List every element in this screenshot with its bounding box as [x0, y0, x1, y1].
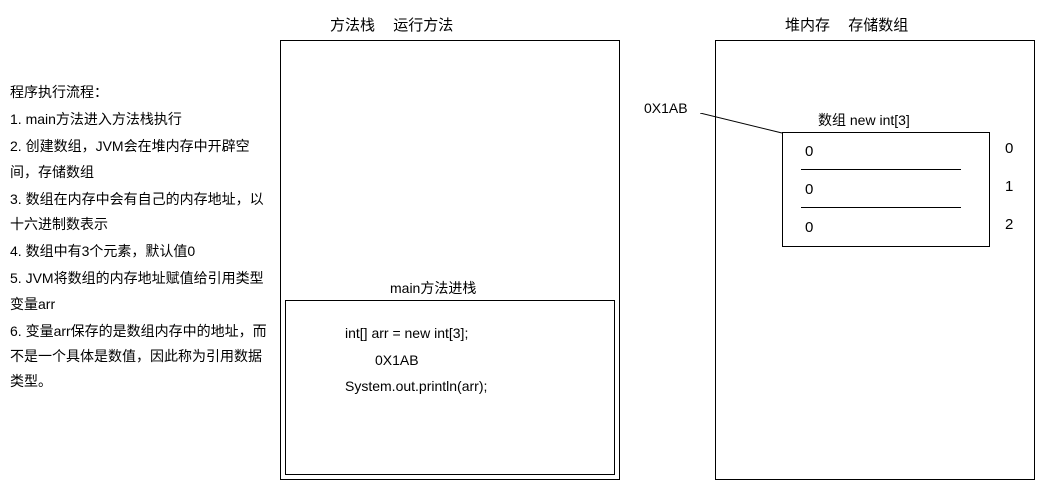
- array-cell-value: 0: [805, 143, 813, 160]
- process-step: 3. 数组在内存中会有自己的内存地址，以十六进制数表示: [10, 187, 270, 237]
- stack-title-2: 运行方法: [393, 17, 453, 34]
- stack-title-1: 方法栈: [330, 17, 375, 34]
- process-step: 1. main方法进入方法栈执行: [10, 107, 270, 132]
- code-address: 0X1AB: [375, 347, 487, 374]
- array-object-box: 0 0 0: [782, 132, 990, 247]
- process-step: 4. 数组中有3个元素，默认值0: [10, 239, 270, 264]
- main-code-block: int[] arr = new int[3]; 0X1AB System.out…: [345, 320, 487, 400]
- array-cell: 0: [783, 209, 989, 247]
- array-index: 2: [1005, 216, 1013, 233]
- process-heading: 程序执行流程：: [10, 80, 270, 105]
- heap-title-1: 堆内存: [785, 17, 830, 34]
- stack-title: 方法栈 运行方法: [330, 14, 467, 35]
- array-index: 0: [1005, 140, 1013, 157]
- array-cell: 0: [783, 133, 989, 171]
- array-declaration-label: 数组 new int[3]: [818, 110, 910, 130]
- array-index: 1: [1005, 178, 1013, 195]
- cell-divider: [801, 169, 961, 170]
- process-step: 5. JVM将数组的内存地址赋值给引用类型变量arr: [10, 266, 270, 316]
- array-cell-value: 0: [805, 181, 813, 198]
- heap-address-label: 0X1AB: [644, 100, 688, 116]
- cell-divider: [801, 207, 961, 208]
- heap-memory-box: [715, 40, 1035, 480]
- heap-title: 堆内存 存储数组: [785, 14, 922, 35]
- process-description: 程序执行流程： 1. main方法进入方法栈执行 2. 创建数组，JVM会在堆内…: [10, 80, 270, 396]
- code-line: int[] arr = new int[3];: [345, 320, 487, 347]
- heap-title-2: 存储数组: [848, 17, 908, 34]
- process-step: 6. 变量arr保存的是数组内存中的地址，而不是一个具体是数值，因此称为引用数据…: [10, 319, 270, 395]
- main-enters-stack-label: main方法进栈: [390, 278, 476, 298]
- array-cell: 0: [783, 171, 989, 209]
- code-line: System.out.println(arr);: [345, 373, 487, 400]
- array-cell-value: 0: [805, 219, 813, 236]
- process-step: 2. 创建数组，JVM会在堆内存中开辟空间，存储数组: [10, 134, 270, 184]
